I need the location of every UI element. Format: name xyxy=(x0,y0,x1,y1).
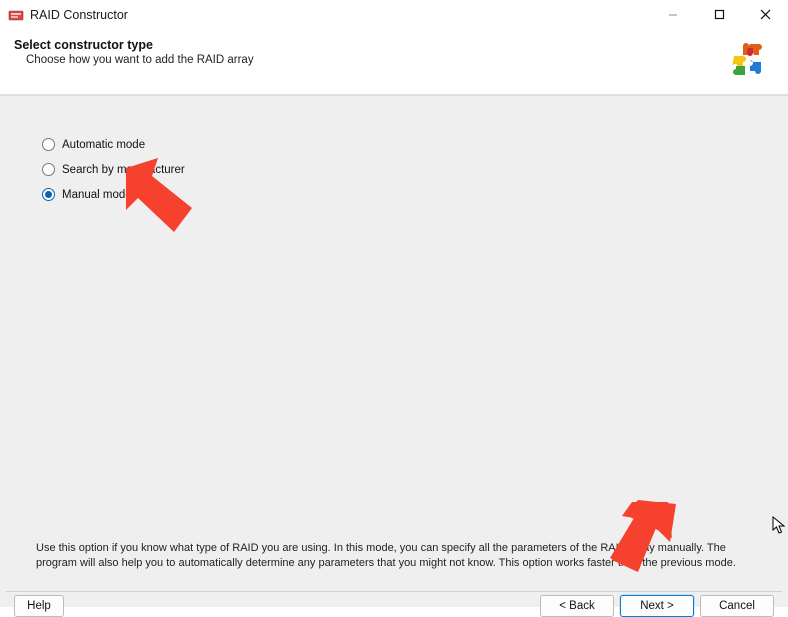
radio-label: Search by manufacturer xyxy=(62,164,185,176)
titlebar: RAID Constructor xyxy=(0,0,788,30)
page-header: Select constructor type Choose how you w… xyxy=(0,30,788,95)
radio-label: Automatic mode xyxy=(62,139,145,151)
cancel-button[interactable]: Cancel xyxy=(700,595,774,617)
divider xyxy=(6,591,782,592)
page-title: Select constructor type xyxy=(14,38,254,52)
back-button[interactable]: < Back xyxy=(540,595,614,617)
radio-search-by-manufacturer[interactable]: Search by manufacturer xyxy=(42,163,746,176)
radio-manual-mode[interactable]: Manual mode xyxy=(42,188,746,201)
radio-label: Manual mode xyxy=(62,189,132,201)
minimize-button[interactable] xyxy=(650,0,696,29)
radio-icon xyxy=(42,163,55,176)
radio-automatic-mode[interactable]: Automatic mode xyxy=(42,138,746,151)
help-button[interactable]: Help xyxy=(14,595,64,617)
option-description: Use this option if you know what type of… xyxy=(36,541,752,571)
close-button[interactable] xyxy=(742,0,788,29)
maximize-button[interactable] xyxy=(696,0,742,29)
radio-icon xyxy=(42,188,55,201)
wizard-footer: Help < Back Next > Cancel xyxy=(14,595,774,617)
cursor-icon xyxy=(772,516,786,538)
app-icon xyxy=(8,7,24,23)
next-button[interactable]: Next > xyxy=(620,595,694,617)
main-content: Automatic mode Search by manufacturer Ma… xyxy=(0,95,788,607)
radio-icon xyxy=(42,138,55,151)
constructor-type-group: Automatic mode Search by manufacturer Ma… xyxy=(42,138,746,201)
window-controls xyxy=(650,0,788,29)
window-title: RAID Constructor xyxy=(30,8,128,22)
puzzle-icon xyxy=(728,38,774,84)
page-subtitle: Choose how you want to add the RAID arra… xyxy=(26,54,254,66)
